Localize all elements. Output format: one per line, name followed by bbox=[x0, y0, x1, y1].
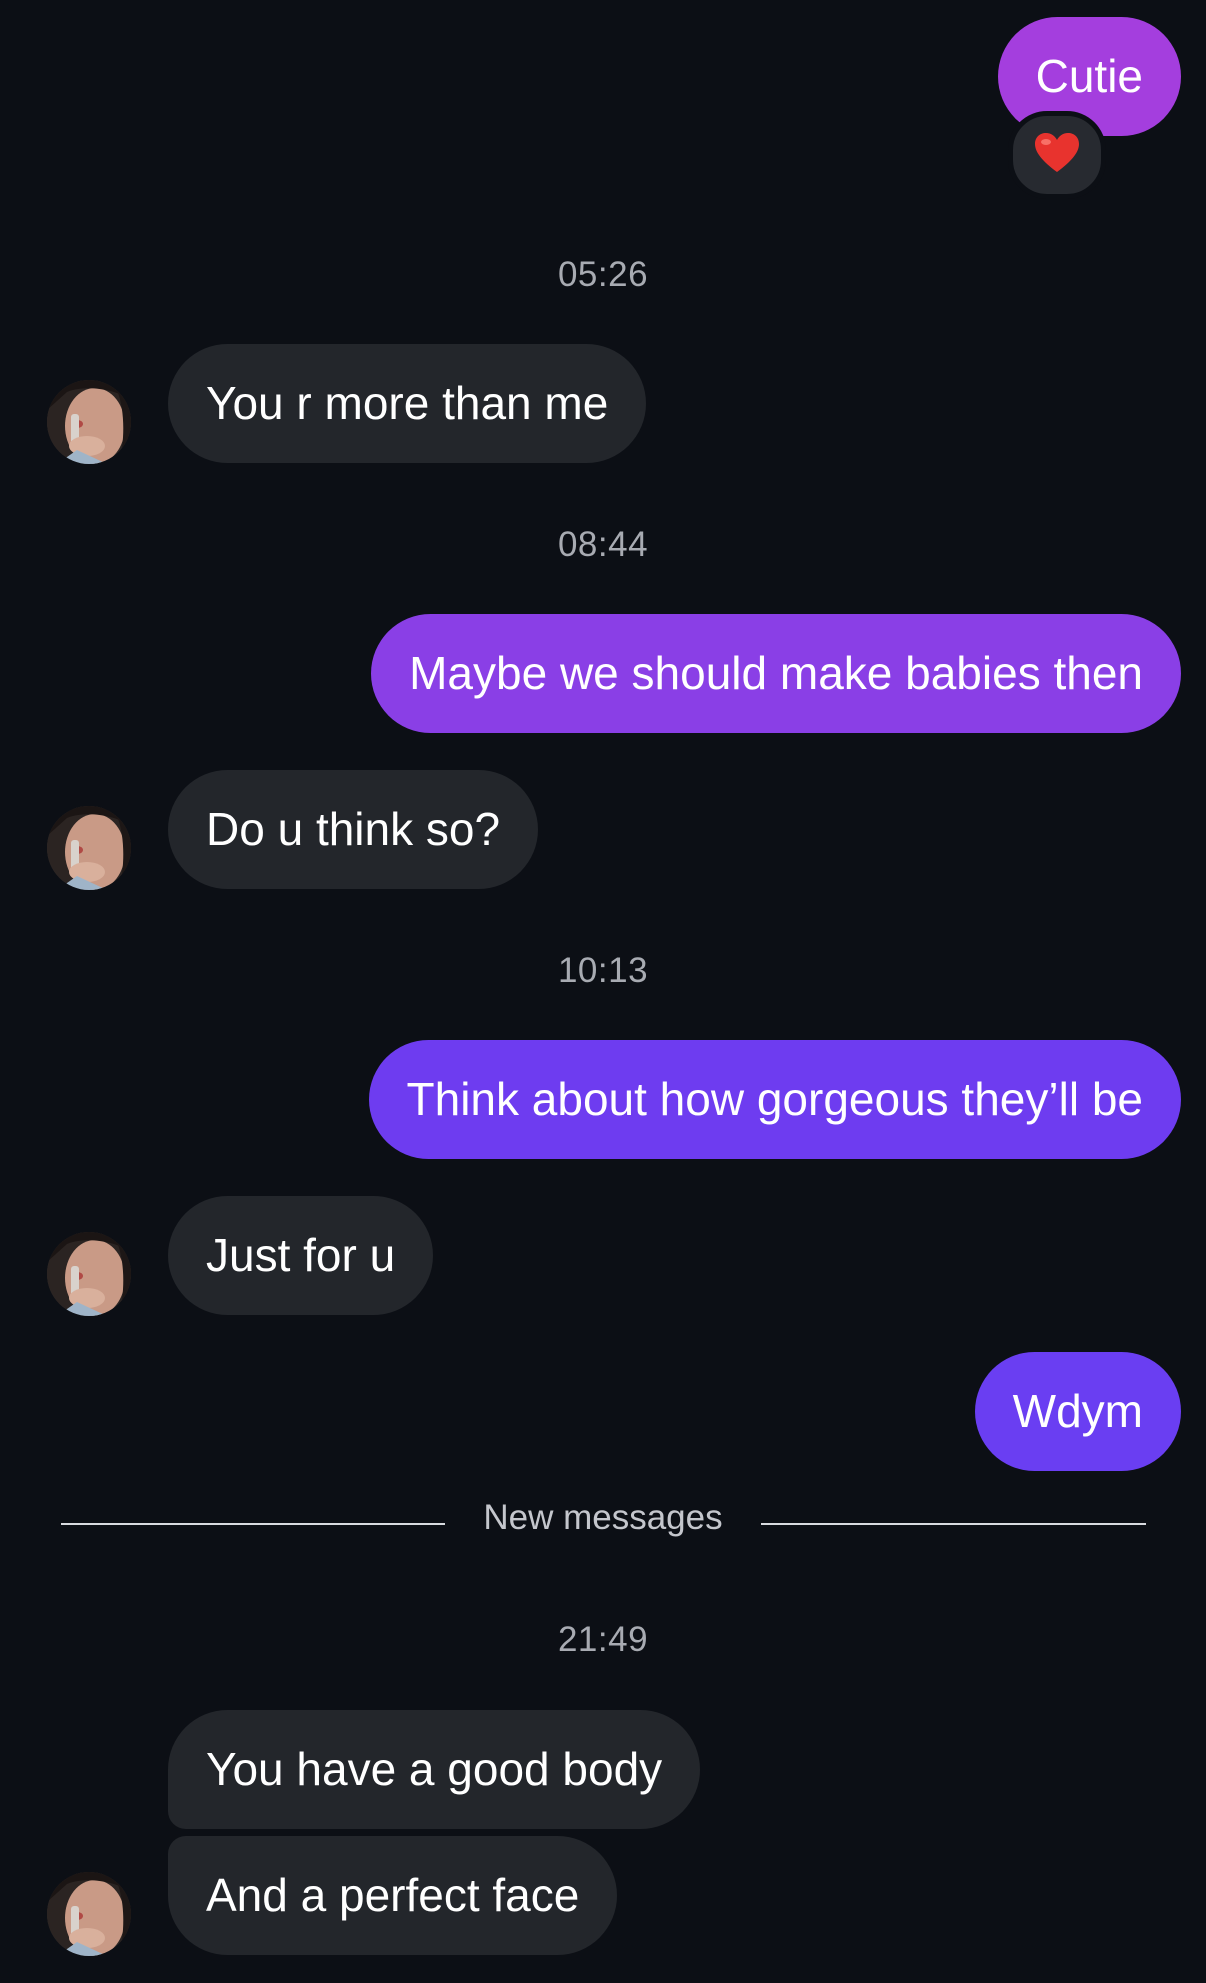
outgoing-message[interactable]: Wdym bbox=[974, 1352, 1181, 1471]
outgoing-message[interactable]: Think about how gorgeous they’ll be bbox=[368, 1040, 1181, 1159]
timestamp: 10:13 bbox=[557, 951, 649, 990]
outgoing-message[interactable]: Maybe we should make babies then bbox=[371, 614, 1181, 733]
new-messages-divider: New messages bbox=[483, 1498, 723, 1537]
divider-line-right bbox=[761, 1523, 1146, 1525]
contact-avatar-image bbox=[47, 1232, 131, 1316]
contact-avatar-image bbox=[47, 380, 131, 464]
contact-avatar-image bbox=[47, 806, 131, 890]
heart-emoji-icon bbox=[1035, 133, 1079, 172]
contact-avatar[interactable] bbox=[47, 806, 131, 890]
timestamp: 08:44 bbox=[557, 525, 649, 564]
incoming-message[interactable]: You have a good body bbox=[168, 1710, 701, 1829]
timestamp: 21:49 bbox=[557, 1620, 649, 1659]
timestamp: 05:26 bbox=[557, 255, 649, 294]
contact-avatar[interactable] bbox=[47, 380, 131, 464]
contact-avatar[interactable] bbox=[47, 1872, 131, 1956]
contact-avatar-image bbox=[47, 1872, 131, 1956]
contact-avatar[interactable] bbox=[47, 1232, 131, 1316]
incoming-message[interactable]: Do u think so? bbox=[168, 770, 539, 889]
incoming-message[interactable]: You r more than me bbox=[168, 344, 647, 463]
message-reaction[interactable] bbox=[1008, 111, 1106, 199]
incoming-message[interactable]: Just for u bbox=[168, 1196, 434, 1315]
incoming-message[interactable]: And a perfect face bbox=[168, 1836, 618, 1955]
